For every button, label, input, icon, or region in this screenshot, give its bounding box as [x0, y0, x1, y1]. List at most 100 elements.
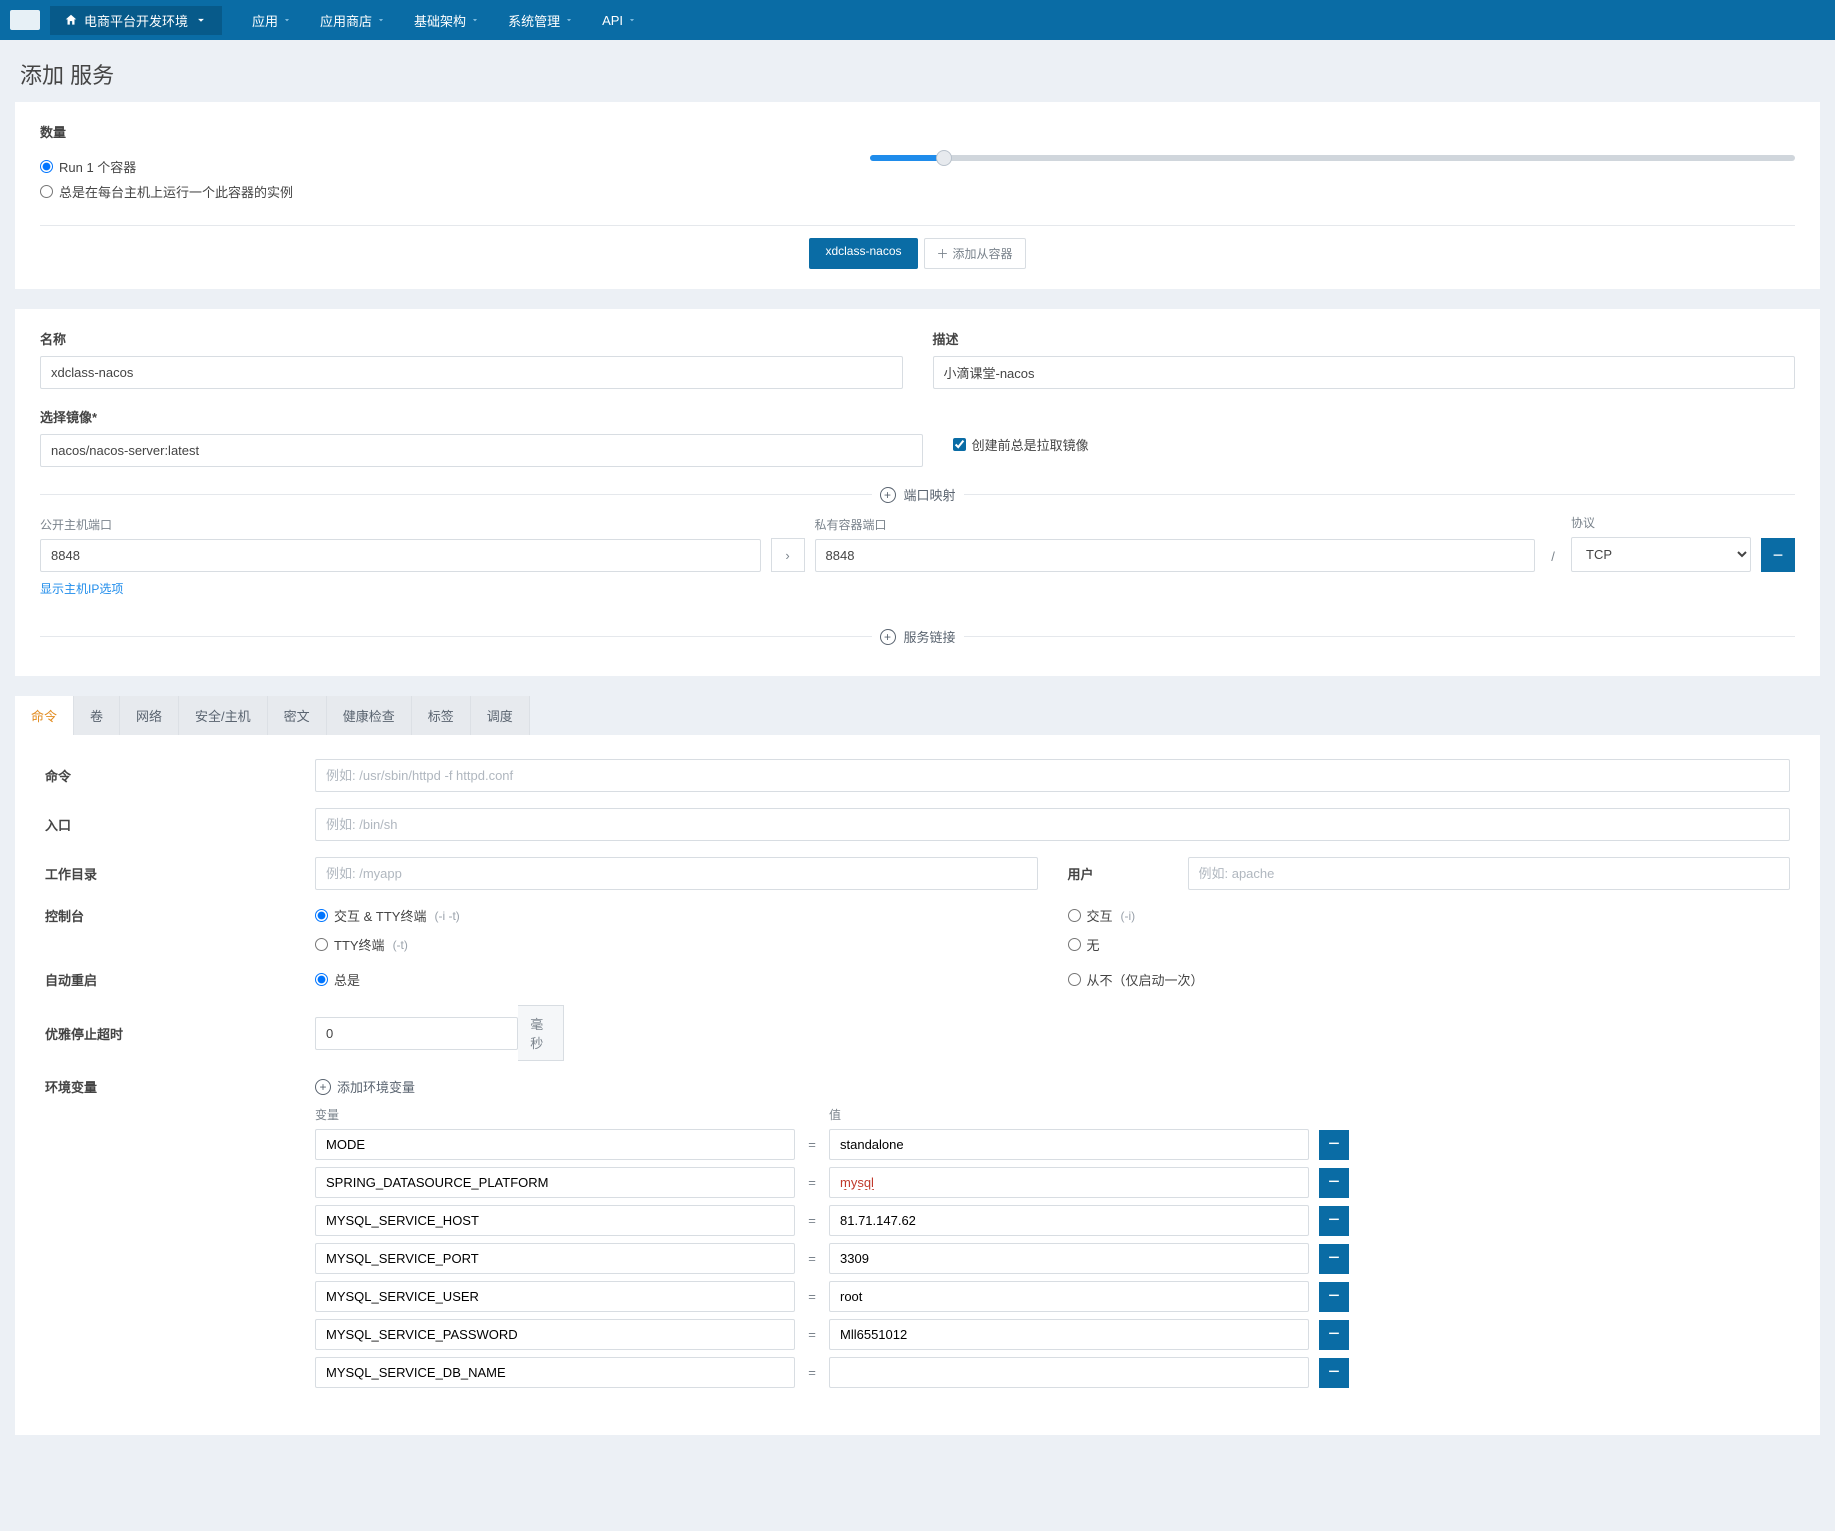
equals-sep: = [805, 1137, 819, 1152]
env-row: =− [315, 1319, 1790, 1350]
tab-command[interactable]: 命令 [15, 696, 74, 735]
tab-health[interactable]: 健康检查 [327, 696, 412, 735]
console-opt3[interactable]: 交互 (-i) [1068, 906, 1791, 925]
env-selector[interactable]: 电商平台开发环境 [50, 6, 222, 35]
env-remove-button[interactable]: − [1319, 1206, 1349, 1236]
env-remove-button[interactable]: − [1319, 1130, 1349, 1160]
port-remove-button[interactable]: − [1761, 538, 1795, 572]
console-opt4[interactable]: 无 [1068, 935, 1791, 954]
show-host-ip-link[interactable]: 显示主机IP选项 [40, 580, 123, 597]
plus-circle-icon[interactable]: + [880, 487, 896, 503]
slider-thumb[interactable] [936, 150, 952, 166]
console-opt1[interactable]: 交互 & TTY终端 (-i -t) [315, 906, 1038, 925]
plus-icon: ＋ [937, 245, 949, 262]
timeout-input[interactable] [315, 1017, 518, 1050]
tab-security[interactable]: 安全/主机 [179, 696, 268, 735]
qty-radio-run[interactable] [40, 160, 53, 173]
logo-icon [10, 10, 40, 30]
name-input[interactable] [40, 356, 903, 389]
nav-infra[interactable]: 基础架构 [414, 11, 480, 30]
qty-radio-everyhost[interactable] [40, 185, 53, 198]
plus-circle-icon[interactable]: + [880, 629, 896, 645]
equals-sep: = [805, 1327, 819, 1342]
nav-catalog[interactable]: 应用商店 [320, 11, 386, 30]
env-val-input[interactable] [829, 1167, 1309, 1198]
workdir-input[interactable] [315, 857, 1038, 890]
desc-label: 描述 [933, 329, 1796, 348]
equals-sep: = [805, 1251, 819, 1266]
tab-network[interactable]: 网络 [120, 696, 179, 735]
tab-labels[interactable]: 标签 [412, 696, 471, 735]
env-key-input[interactable] [315, 1319, 795, 1350]
env-row: =− [315, 1167, 1790, 1198]
equals-sep: = [805, 1365, 819, 1380]
tab-volumes[interactable]: 卷 [74, 696, 120, 735]
env-row: =− [315, 1129, 1790, 1160]
env-remove-button[interactable]: − [1319, 1244, 1349, 1274]
page-title: 添加 服务 [0, 40, 1835, 102]
env-val-input[interactable] [829, 1281, 1309, 1312]
env-label: 环境变量 [45, 1077, 315, 1096]
add-slave-container[interactable]: ＋ 添加从容器 [924, 238, 1026, 269]
chevron-down-icon [627, 15, 637, 25]
env-row: =− [315, 1357, 1790, 1388]
public-port-input[interactable] [40, 539, 761, 572]
env-val-input[interactable] [829, 1129, 1309, 1160]
env-val-input[interactable] [829, 1319, 1309, 1350]
config-tabs: 命令 卷 网络 安全/主机 密文 健康检查 标签 调度 [15, 696, 1820, 735]
nav-apps[interactable]: 应用 [252, 11, 292, 30]
console-opt2[interactable]: TTY终端 (-t) [315, 935, 1038, 954]
env-key-input[interactable] [315, 1167, 795, 1198]
restart-opt1[interactable]: 总是 [315, 970, 1038, 989]
chevron-down-icon [376, 15, 386, 25]
pull-checkbox[interactable] [953, 438, 966, 451]
env-remove-button[interactable]: − [1319, 1282, 1349, 1312]
restart-label: 自动重启 [45, 970, 315, 989]
env-remove-button[interactable]: − [1319, 1320, 1349, 1350]
desc-input[interactable] [933, 356, 1796, 389]
env-row: =− [315, 1281, 1790, 1312]
port-divider: +端口映射 [40, 485, 1795, 504]
env-remove-button[interactable]: − [1319, 1358, 1349, 1388]
restart-opt2[interactable]: 从不（仅启动一次） [1068, 970, 1791, 989]
pull-label: 创建前总是拉取镜像 [972, 435, 1089, 454]
nav-api[interactable]: API [602, 11, 637, 30]
tab-schedule[interactable]: 调度 [471, 696, 530, 735]
env-val-head: 值 [829, 1106, 1309, 1123]
top-nav: 电商平台开发环境 应用 应用商店 基础架构 系统管理 API [0, 0, 1835, 40]
env-val-input[interactable] [829, 1357, 1309, 1388]
env-row: =− [315, 1205, 1790, 1236]
env-val-input[interactable] [829, 1205, 1309, 1236]
entry-label: 入口 [45, 815, 315, 834]
qty-opt-everyhost[interactable]: 总是在每台主机上运行一个此容器的实例 [40, 182, 440, 201]
port-row: 公开主机端口 › 私有容器端口 / 协议 TCP − [40, 514, 1795, 572]
cmd-input[interactable] [315, 759, 1790, 792]
chevron-down-icon [194, 13, 208, 27]
private-port-input[interactable] [815, 539, 1536, 572]
timeout-label: 优雅停止超时 [45, 1024, 315, 1043]
protocol-select[interactable]: TCP [1571, 537, 1751, 572]
env-val-input[interactable] [829, 1243, 1309, 1274]
env-table: 变量 值 =−=−=−=−=−=−=− [315, 1106, 1790, 1388]
env-key-input[interactable] [315, 1129, 795, 1160]
image-input[interactable] [40, 434, 923, 467]
container-tab-active[interactable]: xdclass-nacos [809, 238, 917, 269]
chevron-down-icon [564, 15, 574, 25]
nav-admin[interactable]: 系统管理 [508, 11, 574, 30]
tab-secrets[interactable]: 密文 [268, 696, 327, 735]
env-key-input[interactable] [315, 1357, 795, 1388]
service-form-panel: 名称 描述 选择镜像* 创建前总是拉取镜像 +端口映射 公开主机端口 › [15, 309, 1820, 676]
qty-slider[interactable] [870, 155, 1795, 161]
console-label: 控制台 [45, 906, 315, 925]
protocol-label: 协议 [1571, 514, 1751, 531]
env-key-input[interactable] [315, 1243, 795, 1274]
env-remove-button[interactable]: − [1319, 1168, 1349, 1198]
qty-opt-run[interactable]: Run 1 个容器 [40, 157, 440, 176]
env-key-input[interactable] [315, 1281, 795, 1312]
env-key-input[interactable] [315, 1205, 795, 1236]
env-var-head: 变量 [315, 1106, 795, 1123]
add-env-var[interactable]: + 添加环境变量 [315, 1077, 1790, 1096]
entry-input[interactable] [315, 808, 1790, 841]
user-input[interactable] [1188, 857, 1791, 890]
env-name: 电商平台开发环境 [84, 11, 188, 30]
